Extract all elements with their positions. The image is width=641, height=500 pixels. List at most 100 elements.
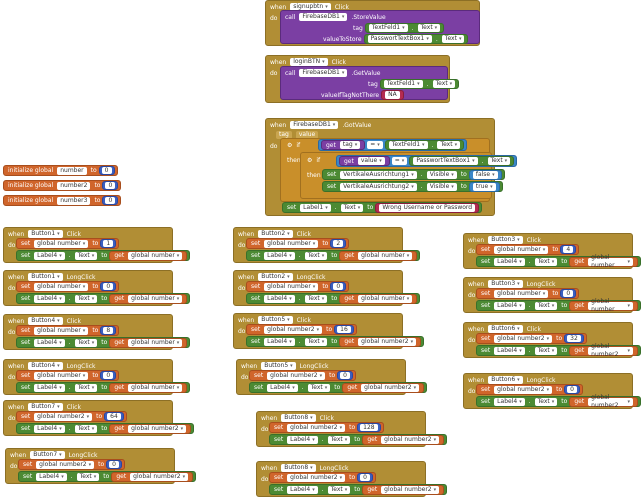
label-dropdown[interactable]: Label4 ▾ [264, 294, 295, 303]
label-dropdown[interactable]: Label4 ▾ [34, 251, 65, 260]
property-dropdown[interactable]: Text ▾ [307, 383, 331, 392]
set-global-block[interactable]: set global number2 ▾ to 0 [18, 459, 125, 470]
property-dropdown[interactable]: Text ▾ [304, 337, 328, 346]
property-dropdown[interactable]: Text ▾ [304, 294, 328, 303]
component-dropdown[interactable]: Button8 ▾ [281, 414, 316, 422]
component-dropdown[interactable]: Button2 ▾ [258, 273, 293, 281]
variable-dropdown[interactable]: global number2 ▾ [588, 394, 633, 409]
textfeld1-text-getter[interactable]: TextFeld1 ▾ . Text ▾ [379, 79, 460, 89]
variable-dropdown[interactable]: global number2 ▾ [588, 343, 633, 358]
variable-dropdown[interactable]: global number ▾ [358, 251, 413, 260]
initialize-global-block[interactable]: initialize global number2 to 0 [3, 180, 122, 191]
variable-dropdown[interactable]: global number2 ▾ [358, 337, 417, 346]
db-dropdown[interactable]: FirebaseDB1 ▾ [299, 69, 348, 77]
get-global-block[interactable]: get global number ▾ [109, 337, 188, 348]
property-dropdown[interactable]: Text ▾ [74, 251, 98, 260]
set-label-text-block[interactable]: set Label4 ▾. Text ▾ to get global number2 ▾ [269, 484, 448, 495]
set-vertical1-visible[interactable]: set VertikaleAusrichtung1 ▾ . Visible ▾ to… [322, 169, 505, 180]
get-global-block[interactable]: get global number2 ▾ [111, 471, 194, 482]
password-text-getter[interactable]: PasswortTextBox1 ▾ . Text ▾ [363, 34, 469, 44]
component-dropdown[interactable]: Button7 ▾ [30, 451, 65, 459]
compare-value-block[interactable]: get value ▾ = ▾ PasswortTextBox1 ▾ . Text ▾ [336, 155, 518, 167]
global-name-field[interactable]: number3 [57, 196, 91, 205]
set-global-block[interactable]: set global number ▾ to 0 [246, 281, 350, 292]
set-global-block[interactable]: set global number2 ▾ to 0 [269, 472, 376, 483]
set-label-text-block[interactable]: set Label4 ▾. Text ▾ to get global number ▾ [16, 250, 191, 261]
false-literal[interactable]: false ▾ [468, 169, 502, 180]
set-label-text-block[interactable]: set Label4 ▾. Text ▾ to get global number2 ▾ [246, 336, 425, 347]
component-dropdown[interactable]: Button3 ▾ [488, 280, 523, 288]
property-dropdown[interactable]: Text ▾ [74, 294, 98, 303]
get-global-block[interactable]: get global number2 ▾ [342, 382, 425, 393]
component-dropdown[interactable]: Button5 ▾ [258, 316, 293, 324]
variable-dropdown[interactable]: global number ▾ [494, 245, 549, 254]
variable-dropdown[interactable]: global number2 ▾ [361, 383, 420, 392]
variable-dropdown[interactable]: global number2 ▾ [287, 423, 346, 432]
number-literal[interactable]: 0 [100, 371, 117, 380]
number-literal[interactable]: 4 [560, 245, 577, 254]
property-dropdown[interactable]: Text ▾ [534, 346, 558, 355]
set-global-block[interactable]: set global number ▾ to 0 [476, 288, 580, 299]
set-label1-text[interactable]: set Label1 ▾ . Text ▾ to Wrong Username or… [282, 202, 483, 213]
set-global-block[interactable]: set global number ▾ to 0 [16, 370, 120, 381]
label-dropdown[interactable]: Label4 ▾ [34, 383, 65, 392]
set-global-block[interactable]: set global number2 ▾ to 128 [269, 422, 384, 433]
set-label-text-block[interactable]: set Label4 ▾. Text ▾ to get global number ▾ [16, 382, 191, 393]
get-global-block[interactable]: get global number2 ▾ [362, 484, 445, 495]
component-dropdown[interactable]: Button3 ▾ [488, 236, 523, 244]
set-global-block[interactable]: set global number ▾ to 0 [16, 281, 120, 292]
variable-dropdown[interactable]: global number2 ▾ [267, 371, 326, 380]
label-dropdown[interactable]: Label4 ▾ [494, 257, 525, 266]
set-global-block[interactable]: set global number2 ▾ to 0 [249, 370, 356, 381]
property-dropdown[interactable]: Text ▾ [327, 435, 351, 444]
variable-dropdown[interactable]: global number ▾ [128, 338, 183, 347]
label-dropdown[interactable]: Label4 ▾ [287, 435, 318, 444]
property-dropdown[interactable]: Text ▾ [534, 257, 558, 266]
text-literal[interactable]: NA [381, 90, 404, 100]
property-dropdown[interactable]: Text ▾ [304, 251, 328, 260]
get-global-block[interactable]: get global number ▾ [109, 382, 188, 393]
get-global-block[interactable]: get global number2 ▾ [339, 336, 422, 347]
global-name-field[interactable]: number2 [57, 181, 91, 190]
variable-dropdown[interactable]: global number2 ▾ [381, 485, 440, 494]
get-global-block[interactable]: get global number ▾ [569, 298, 638, 313]
component-dropdown[interactable]: Button1 ▾ [28, 230, 63, 238]
number-literal[interactable]: 0 [560, 289, 577, 298]
number-literal[interactable]: 0 [330, 282, 347, 291]
set-label-text-block[interactable]: set Label4 ▾. Text ▾ to get global number ▾ [16, 337, 191, 348]
label-dropdown[interactable]: Label4 ▾ [267, 383, 298, 392]
variable-dropdown[interactable]: global number2 ▾ [287, 473, 346, 482]
set-label-text-block[interactable]: set Label4 ▾. Text ▾ to get global number2 ▾ [18, 471, 197, 482]
label-dropdown[interactable]: Label4 ▾ [494, 346, 525, 355]
true-literal[interactable]: true ▾ [468, 181, 500, 192]
component-dropdown[interactable]: Button7 ▾ [28, 403, 63, 411]
number-literal[interactable]: 1 [100, 239, 117, 248]
get-global-block[interactable]: get global number2 ▾ [109, 423, 192, 434]
variable-dropdown[interactable]: global number2 ▾ [130, 472, 189, 481]
get-global-block[interactable]: get global number ▾ [109, 250, 188, 261]
number-literal[interactable]: 0 [102, 181, 119, 190]
component-dropdown[interactable]: Button4 ▾ [28, 362, 63, 370]
initialize-global-block[interactable]: initialize global number3 to 0 [3, 195, 122, 206]
number-literal[interactable]: 16 [334, 325, 354, 334]
label-dropdown[interactable]: Label4 ▾ [34, 338, 65, 347]
if-gear-icon[interactable]: ⚙ [305, 157, 314, 164]
set-label-text-block[interactable]: set Label4 ▾. Text ▾ to get global number ▾ [246, 250, 421, 261]
label-dropdown[interactable]: Label4 ▾ [494, 397, 525, 406]
variable-dropdown[interactable]: global number ▾ [588, 254, 633, 269]
label-dropdown[interactable]: Label4 ▾ [264, 251, 295, 260]
variable-dropdown[interactable]: global number2 ▾ [36, 460, 95, 469]
component-dropdown[interactable]: Button4 ▾ [28, 317, 63, 325]
number-literal[interactable]: 0 [106, 460, 122, 469]
set-label-text-block[interactable]: set Label4 ▾. Text ▾ to get global number2 ▾ [16, 423, 195, 434]
component-dropdown[interactable]: Button5 ▾ [261, 362, 296, 370]
set-global-block[interactable]: set global number ▾ to 8 [16, 325, 120, 336]
text-literal[interactable]: Wrong Username or Password [375, 202, 480, 213]
equals-operator[interactable]: = ▾ [367, 141, 383, 149]
variable-dropdown[interactable]: global number ▾ [34, 239, 89, 248]
set-label-text-block[interactable]: set Label4 ▾. Text ▾ to get global number2 ▾ [476, 394, 641, 409]
get-global-block[interactable]: get global number2 ▾ [569, 343, 638, 358]
number-literal[interactable]: 2 [330, 239, 347, 248]
property-dropdown[interactable]: Text ▾ [74, 424, 98, 433]
get-global-block[interactable]: get global number ▾ [109, 293, 188, 304]
